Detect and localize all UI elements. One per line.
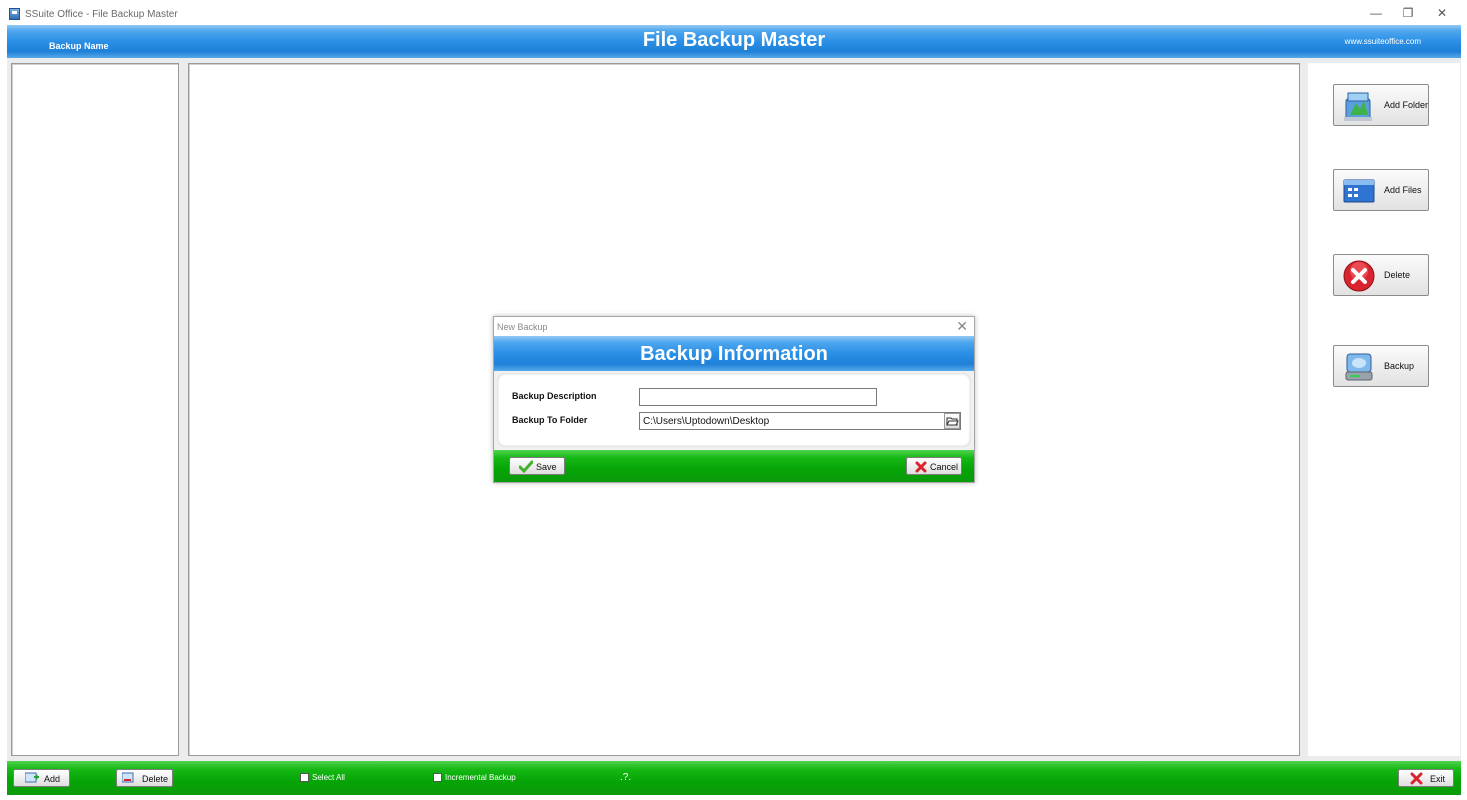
cancel-button[interactable]: Cancel [906, 457, 962, 475]
backup-button[interactable]: Backup [1333, 345, 1429, 387]
backup-drive-icon [1345, 353, 1373, 381]
add-files-label: Add Files [1384, 185, 1422, 195]
dialog-form: Backup Description Backup To Folder [497, 373, 971, 447]
delete-bottom-label: Delete [142, 774, 169, 784]
backup-label: Backup [1384, 361, 1415, 371]
add-backup-button[interactable]: Add [13, 769, 70, 787]
delete-backup-icon [122, 772, 134, 783]
delete-button[interactable]: Delete [1333, 254, 1429, 296]
backup-description-input[interactable] [639, 388, 877, 406]
window-title: SSuite Office - File Backup Master [25, 9, 178, 20]
exit-button[interactable]: Exit [1398, 769, 1454, 787]
add-icon [25, 772, 39, 783]
dialog-titlebar: New Backup ✕ [494, 317, 974, 336]
save-label: Save [536, 462, 557, 472]
app-icon [9, 8, 20, 20]
browse-folder-button[interactable] [944, 413, 960, 429]
backup-description-label: Backup Description [512, 391, 597, 401]
bottom-toolbar: Add Delete Select All Incremental Backup… [7, 761, 1461, 795]
website-link[interactable]: www.ssuiteoffice.com [1345, 37, 1421, 46]
add-folder-label: Add Folder [1384, 100, 1429, 110]
incremental-backup-checkbox[interactable] [433, 773, 442, 782]
restore-button[interactable]: ❐ [1393, 3, 1423, 23]
checkmark-icon [519, 460, 533, 473]
dialog-footer: Save Cancel [494, 450, 974, 482]
incremental-backup-label: Incremental Backup [445, 773, 516, 782]
app-window: SSuite Office - File Backup Master — ❐ ✕… [0, 0, 1467, 800]
delete-label: Delete [1384, 270, 1411, 280]
add-folder-icon [1344, 92, 1372, 121]
add-label: Add [44, 774, 61, 784]
add-files-button[interactable]: Add Files [1333, 169, 1429, 211]
open-folder-icon [946, 417, 959, 426]
help-link[interactable]: .?. [620, 772, 631, 783]
minimize-button[interactable]: — [1361, 3, 1391, 23]
backup-to-folder-label: Backup To Folder [512, 415, 588, 425]
delete-backup-button[interactable]: Delete [116, 769, 173, 787]
delete-icon [1343, 260, 1375, 292]
select-all-checkbox[interactable] [300, 773, 309, 782]
dialog-close-button[interactable]: ✕ [956, 318, 968, 335]
app-header: Backup Name File Backup Master www.ssuit… [7, 25, 1461, 58]
select-all-label: Select All [312, 773, 345, 782]
add-folder-button[interactable]: Add Folder [1333, 84, 1429, 126]
action-sidebar: Add Folder Add Files Delete Backup [1308, 63, 1460, 756]
cancel-icon [915, 461, 927, 473]
exit-label: Exit [1430, 774, 1446, 784]
dialog-header-title: Backup Information [640, 343, 828, 365]
backup-name-list[interactable] [11, 63, 179, 756]
exit-icon [1410, 772, 1423, 785]
save-button[interactable]: Save [509, 457, 565, 475]
backup-folder-input[interactable] [639, 412, 961, 430]
close-window-button[interactable]: ✕ [1427, 3, 1457, 23]
dialog-window-title: New Backup [497, 322, 548, 332]
new-backup-dialog: New Backup ✕ Backup Information Backup D… [493, 316, 975, 483]
add-files-icon [1343, 179, 1375, 203]
cancel-label: Cancel [930, 462, 959, 472]
app-title: File Backup Master [642, 29, 826, 51]
window-titlebar: SSuite Office - File Backup Master — ❐ ✕ [0, 0, 1467, 26]
dialog-header: Backup Information [494, 336, 974, 371]
